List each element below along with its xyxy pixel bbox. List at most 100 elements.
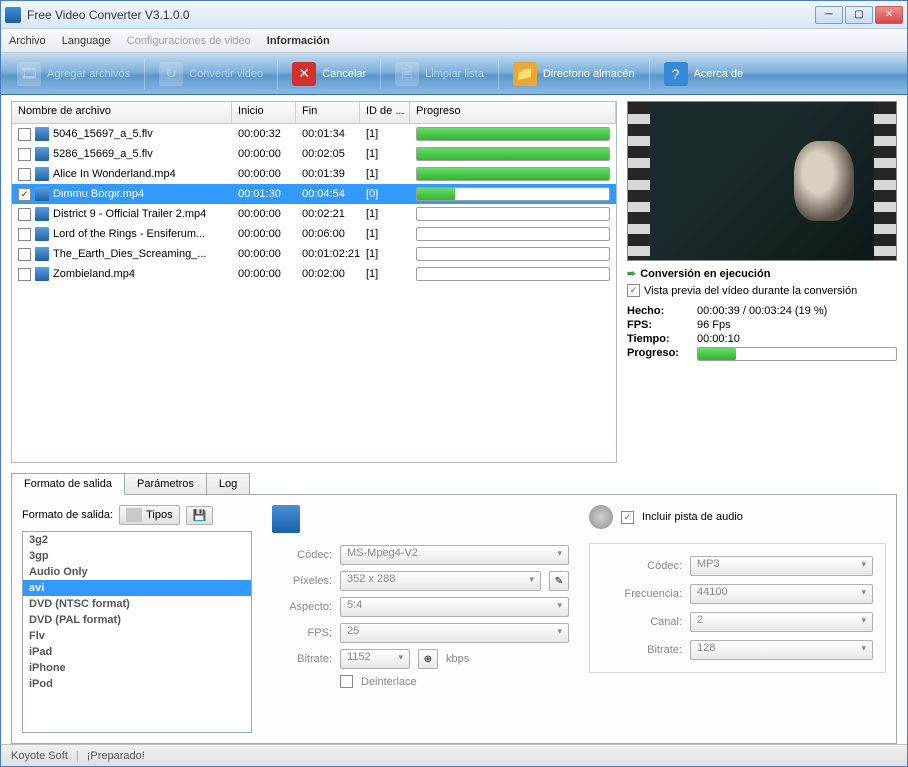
menu-config[interactable]: Configuraciones de video [127,35,251,47]
bitrate-plus-button[interactable]: ⊕ [418,649,438,669]
preview-checkbox-label: Vista previa del vídeo durante la conver… [644,285,857,297]
add-files-button[interactable]: 🎞Agregar archivos [7,58,140,90]
codec-label: Códec: [272,549,332,561]
audio-canal-label: Canal: [602,616,682,628]
row-checkbox[interactable] [18,128,31,141]
column-id[interactable]: ID de ... [360,102,410,123]
row-checkbox[interactable] [18,228,31,241]
toolbar-separator [649,59,650,89]
id-cell: [0] [360,186,410,202]
table-row[interactable]: Alice In Wonderland.mp400:00:0000:01:39[… [12,164,616,184]
menu-language[interactable]: Language [62,35,111,47]
speaker-icon [589,505,613,529]
file-list-header: Nombre de archivo Inicio Fin ID de ... P… [12,102,616,124]
menu-archivo[interactable]: Archivo [9,35,46,47]
fin-cell: 00:01:34 [296,126,360,142]
format-item[interactable]: iPod [23,676,251,692]
audio-canal-select[interactable]: 2 [690,612,873,632]
column-progreso[interactable]: Progreso [410,102,616,123]
table-row[interactable]: ✓Dimmu Borgir.mp400:01:3000:04:54[0] [12,184,616,204]
film-add-icon: 🎞 [17,62,41,86]
maximize-button[interactable]: ▢ [845,6,873,24]
column-fin[interactable]: Fin [296,102,360,123]
filmstrip-left-icon [628,102,650,260]
output-dir-button[interactable]: 📁Directorio almacén [503,58,645,90]
menubar: Archivo Language Configuraciones de vide… [1,29,907,53]
audio-box: Códec:MP3 Frecuencia:44100 Canal:2 Bitra… [589,543,886,673]
table-row[interactable]: 5046_15697_a_5.flv00:00:3200:01:34[1] [12,124,616,144]
tab-output[interactable]: Formato de salida [11,473,125,495]
video-frame-image [794,141,854,221]
file-icon [35,267,49,281]
format-item[interactable]: avi [23,580,251,596]
row-checkbox[interactable] [18,168,31,181]
video-content [650,102,874,260]
file-icon [35,127,49,141]
row-checkbox[interactable] [18,148,31,161]
audio-bitrate-select[interactable]: 128 [690,640,873,660]
format-item[interactable]: 3gp [23,548,251,564]
file-icon [35,167,49,181]
edit-pixels-button[interactable]: ✎ [549,571,569,591]
format-item[interactable]: 3g2 [23,532,251,548]
column-inicio[interactable]: Inicio [232,102,296,123]
progress-cell [410,125,616,143]
clear-list-button[interactable]: 🗎Limpiar lista [385,58,494,90]
main-area: Nombre de archivo Inicio Fin ID de ... P… [1,95,907,469]
tab-log[interactable]: Log [206,473,250,494]
row-checkbox[interactable] [18,208,31,221]
file-icon [35,207,49,221]
format-list[interactable]: 3g23gpAudio OnlyaviDVD (NTSC format)DVD … [22,531,252,733]
include-audio-checkbox[interactable]: ✓ [621,511,634,524]
close-button[interactable]: ✕ [875,6,903,24]
bitrate-label: Bitrate: [272,653,332,665]
inicio-cell: 00:00:00 [232,146,296,162]
format-item[interactable]: DVD (NTSC format) [23,596,251,612]
fps-select[interactable]: 25 [340,623,569,643]
codec-select[interactable]: MS-Mpeg4-V2 [340,545,569,565]
types-icon [126,508,142,522]
bottom-panel: Formato de salida Parámetros Log Formato… [1,469,907,744]
format-item[interactable]: iPhone [23,660,251,676]
row-checkbox[interactable] [18,248,31,261]
format-item[interactable]: Audio Only [23,564,251,580]
window-title: Free Video Converter V3.1.0.0 [27,8,815,22]
aspect-select[interactable]: 5:4 [340,597,569,617]
tipos-button[interactable]: Tipos [119,505,180,525]
file-name: Lord of the Rings - Ensiferum... [53,228,205,240]
tab-params[interactable]: Parámetros [124,473,207,494]
convert-button[interactable]: ↻Convertir video [149,58,273,90]
table-row[interactable]: Zombieland.mp400:00:0000:02:00[1] [12,264,616,284]
format-item[interactable]: Flv [23,628,251,644]
audio-codec-select[interactable]: MP3 [690,556,873,576]
column-name[interactable]: Nombre de archivo [12,102,232,123]
table-row[interactable]: District 9 - Official Trailer 2.mp400:00… [12,204,616,224]
file-list: Nombre de archivo Inicio Fin ID de ... P… [11,101,617,463]
about-button[interactable]: ?Acerca de [654,58,754,90]
preview-checkbox-row: ✓ Vista previa del vídeo durante la conv… [627,284,897,297]
deinterlace-checkbox[interactable] [340,675,353,688]
audio-freq-select[interactable]: 44100 [690,584,873,604]
table-row[interactable]: Lord of the Rings - Ensiferum...00:00:00… [12,224,616,244]
cancel-button[interactable]: ✕Cancelar [282,58,376,90]
table-row[interactable]: The_Earth_Dies_Screaming_...00:00:0000:0… [12,244,616,264]
format-item[interactable]: DVD (PAL format) [23,612,251,628]
fin-cell: 00:02:05 [296,146,360,162]
tabs: Formato de salida Parámetros Log [11,473,897,494]
file-name: 5046_15697_a_5.flv [53,128,153,140]
inicio-cell: 00:01:30 [232,186,296,202]
row-checkbox[interactable] [18,268,31,281]
menu-info[interactable]: Información [267,35,330,47]
minimize-button[interactable]: ─ [815,6,843,24]
bitrate-input[interactable]: 1152 [340,649,410,669]
pixels-select[interactable]: 352 x 288 [340,571,541,591]
preview-checkbox[interactable]: ✓ [627,284,640,297]
file-name: Dimmu Borgir.mp4 [53,188,144,200]
row-checkbox[interactable]: ✓ [18,188,31,201]
format-item[interactable]: iPad [23,644,251,660]
deinterlace-label: Deinterlace [361,676,417,688]
toolbar-separator [380,59,381,89]
preview-panel: ➨ Conversión en ejecución ✓ Vista previa… [627,101,897,463]
table-row[interactable]: 5286_15669_a_5.flv00:00:0000:02:05[1] [12,144,616,164]
save-preset-button[interactable]: 💾 [186,506,214,525]
